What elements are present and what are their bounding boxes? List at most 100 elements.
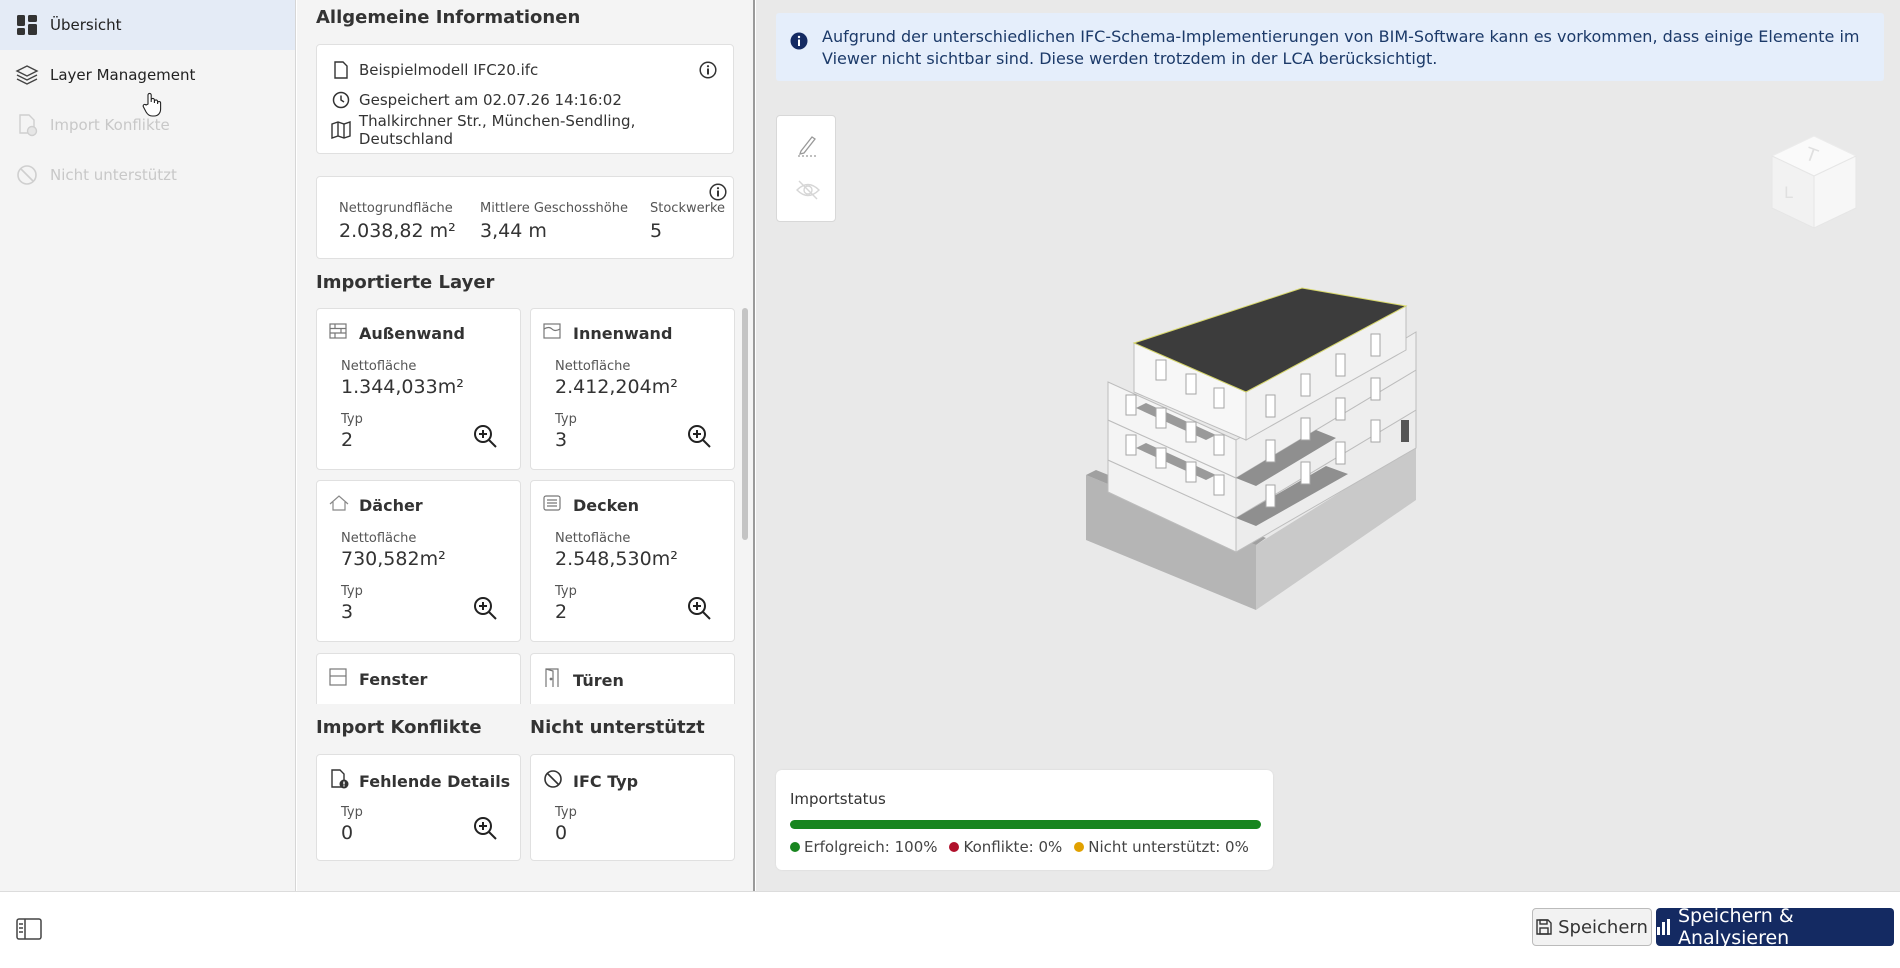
zoom-in-icon[interactable] bbox=[472, 815, 498, 845]
area-value: 730,582m² bbox=[341, 548, 446, 570]
file-conflict-icon bbox=[14, 112, 40, 138]
layer-name: Innenwand bbox=[573, 323, 673, 343]
section-title-general: Allgemeine Informationen bbox=[316, 7, 581, 28]
pen-tool-icon[interactable] bbox=[795, 132, 821, 162]
sidebar-toggle-icon[interactable] bbox=[16, 918, 42, 944]
type-label: Typ bbox=[341, 584, 363, 599]
section-title-conflicts: Import Konflikte bbox=[316, 717, 482, 738]
zoom-in-icon[interactable] bbox=[472, 595, 498, 625]
save-icon bbox=[1536, 919, 1552, 935]
type-label: Typ bbox=[555, 412, 577, 427]
layer-card-fenster[interactable]: Fenster bbox=[316, 653, 521, 705]
info-filled-icon bbox=[790, 32, 808, 54]
unsupported-dot-icon bbox=[1074, 842, 1085, 852]
save-label: Speichern bbox=[1558, 916, 1648, 938]
layer-name: Fenster bbox=[359, 669, 428, 689]
file-name: Beispielmodell IFC20.ifc bbox=[359, 61, 539, 79]
footer-bar: Speichern Speichern & Analysieren bbox=[0, 891, 1900, 968]
unsupported-name: IFC Typ bbox=[573, 771, 639, 791]
legend-label: Nicht unterstützt: 0% bbox=[1088, 838, 1249, 856]
stat-net-floor-area: Nettogrundfläche 2.038,82 m² bbox=[339, 201, 456, 242]
area-label: Nettofläche bbox=[341, 531, 417, 546]
save-button[interactable]: Speichern bbox=[1532, 908, 1652, 946]
save-and-analyse-button[interactable]: Speichern & Analysieren bbox=[1656, 905, 1894, 949]
sidebar-item-label: Layer Management bbox=[50, 66, 196, 84]
sidebar-item-uebersicht[interactable]: Übersicht bbox=[0, 0, 295, 50]
list-fade bbox=[297, 704, 753, 708]
analyse-label: Speichern & Analysieren bbox=[1678, 905, 1794, 949]
dashboard-icon bbox=[14, 12, 40, 38]
type-value: 0 bbox=[555, 822, 568, 844]
info-icon[interactable] bbox=[709, 183, 727, 205]
window-icon bbox=[329, 668, 351, 690]
zoom-in-icon[interactable] bbox=[472, 423, 498, 453]
file-row: Beispielmodell IFC20.ifc bbox=[329, 55, 733, 85]
conflict-card-fehlende-details[interactable]: Fehlende Details Typ 0 bbox=[316, 754, 521, 861]
type-value: 3 bbox=[341, 601, 354, 623]
type-value: 0 bbox=[341, 822, 354, 844]
zoom-in-icon[interactable] bbox=[686, 423, 712, 453]
legend-success: Erfolgreich: 100% bbox=[790, 838, 937, 856]
roof-icon bbox=[329, 495, 351, 515]
zoom-in-icon[interactable] bbox=[686, 595, 712, 625]
legend-unsupported: Nicht unterstützt: 0% bbox=[1074, 838, 1249, 856]
conflict-dot-icon bbox=[949, 842, 960, 852]
viewer-toolbar bbox=[776, 115, 836, 222]
sidebar-item-label: Nicht unterstützt bbox=[50, 166, 177, 184]
clock-icon bbox=[329, 91, 353, 109]
import-status-legend: Erfolgreich: 100% Konflikte: 0% Nicht un… bbox=[790, 838, 1261, 856]
map-icon bbox=[329, 121, 353, 139]
legend-label: Erfolgreich: 100% bbox=[804, 838, 938, 856]
info-icon[interactable] bbox=[699, 61, 717, 83]
model-viewer[interactable]: Aufgrund der unterschiedlichen IFC-Schem… bbox=[756, 0, 1900, 891]
legend-conflicts: Konflikte: 0% bbox=[949, 838, 1062, 856]
stat-storey-height: Mittlere Geschosshöhe 3,44 m bbox=[480, 201, 628, 242]
address-row: Thalkirchner Str., München-Sendling, Deu… bbox=[329, 112, 733, 148]
general-info-card: Beispielmodell IFC20.ifc Gespeichert am … bbox=[316, 44, 734, 154]
layer-card-decken[interactable]: Decken Nettofläche 2.548,530m² Typ 2 bbox=[530, 480, 735, 642]
layer-card-daecher[interactable]: Dächer Nettofläche 730,582m² Typ 3 bbox=[316, 480, 521, 642]
unsupported-card-ifc-typ[interactable]: IFC Typ Typ 0 bbox=[530, 754, 735, 861]
ban-icon bbox=[14, 162, 40, 188]
layer-card-tueren[interactable]: Türen bbox=[530, 653, 735, 705]
area-value: 2.548,530m² bbox=[555, 548, 678, 570]
door-icon bbox=[543, 668, 565, 692]
type-label: Typ bbox=[341, 412, 363, 427]
legend-label: Konflikte: 0% bbox=[963, 838, 1063, 856]
ban-icon bbox=[543, 769, 565, 793]
layer-list-scrollbar[interactable] bbox=[742, 308, 748, 540]
file-icon bbox=[329, 61, 353, 79]
banner-text: Aufgrund der unterschiedlichen IFC-Schem… bbox=[822, 27, 1860, 68]
brick-wall-icon bbox=[329, 323, 351, 343]
success-dot-icon bbox=[790, 842, 800, 852]
section-title-unsupported: Nicht unterstützt bbox=[530, 717, 705, 738]
type-value: 2 bbox=[341, 429, 354, 451]
slab-icon bbox=[543, 495, 565, 515]
area-label: Nettofläche bbox=[555, 359, 631, 374]
saved-timestamp: Gespeichert am 02.07.26 14:16:02 bbox=[359, 91, 622, 109]
inner-wall-icon bbox=[543, 323, 565, 343]
sidebar: Übersicht Layer Management Import Konfli… bbox=[0, 0, 296, 891]
building-stats-card: Nettogrundfläche 2.038,82 m² Mittlere Ge… bbox=[316, 176, 734, 259]
file-alert-icon bbox=[329, 769, 351, 793]
info-banner: Aufgrund der unterschiedlichen IFC-Schem… bbox=[776, 13, 1884, 81]
layer-name: Türen bbox=[573, 670, 624, 690]
type-value: 3 bbox=[555, 429, 568, 451]
import-status-title: Importstatus bbox=[790, 790, 886, 808]
stat-storeys: Stockwerke 5 bbox=[650, 201, 726, 242]
layers-icon bbox=[14, 62, 40, 88]
area-value: 1.344,033m² bbox=[341, 376, 464, 398]
sidebar-item-nicht-unterstuetzt: Nicht unterstützt bbox=[0, 150, 295, 200]
saved-row: Gespeichert am 02.07.26 14:16:02 bbox=[329, 85, 733, 115]
hide-eye-icon[interactable] bbox=[795, 179, 821, 205]
section-title-layers: Importierte Layer bbox=[316, 272, 495, 293]
layer-card-innenwand[interactable]: Innenwand Nettofläche 2.412,204m² Typ 3 bbox=[530, 308, 735, 470]
type-value: 2 bbox=[555, 601, 568, 623]
navigation-cube[interactable]: T L bbox=[1766, 132, 1862, 236]
layer-card-aussenwand[interactable]: Außenwand Nettofläche 1.344,033m² Typ 2 bbox=[316, 308, 521, 470]
import-progress-bar bbox=[790, 820, 1261, 829]
import-status-card: Importstatus Erfolgreich: 100% Konflikte… bbox=[776, 770, 1273, 870]
address: Thalkirchner Str., München-Sendling, Deu… bbox=[358, 112, 636, 148]
building-3d-model[interactable] bbox=[1086, 270, 1506, 614]
type-label: Typ bbox=[555, 584, 577, 599]
